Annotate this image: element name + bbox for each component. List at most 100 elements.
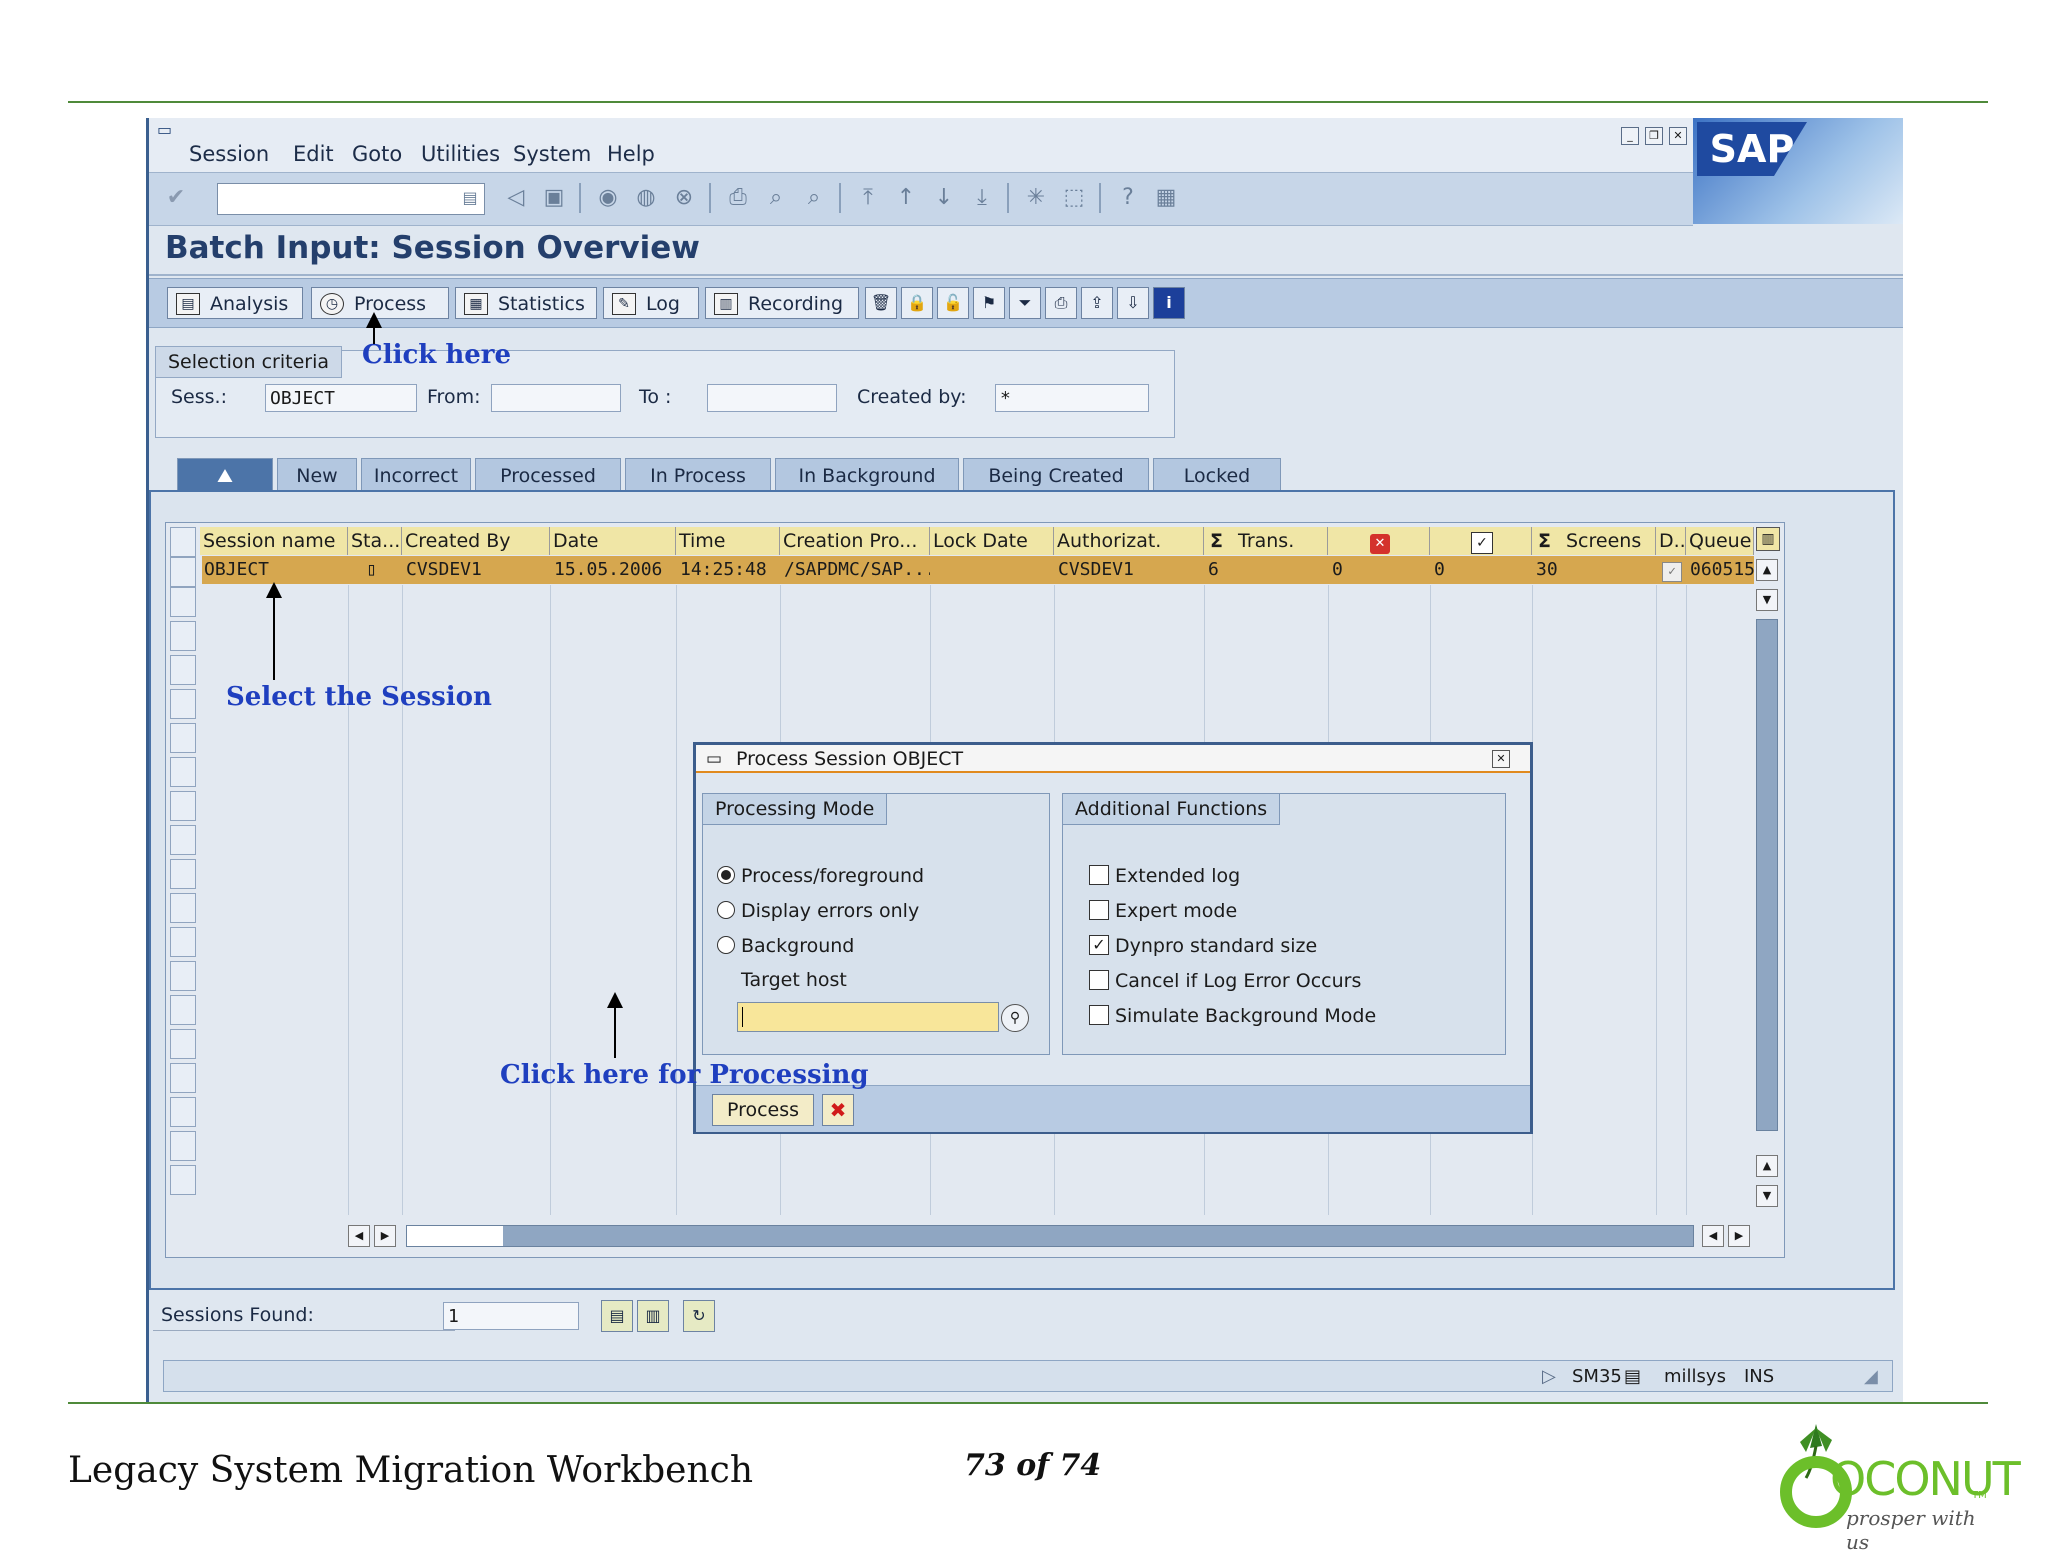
- cell-screens[interactable]: 30: [1532, 556, 1656, 584]
- tab-new[interactable]: New: [277, 458, 357, 492]
- dialog-cancel-icon[interactable]: ✖: [822, 1094, 854, 1126]
- row-selector[interactable]: [170, 961, 196, 991]
- tab-processed[interactable]: Processed: [475, 458, 621, 492]
- to-date-field[interactable]: [707, 384, 837, 412]
- import-icon[interactable]: ⇩: [1117, 287, 1149, 319]
- col-d[interactable]: D..: [1656, 527, 1686, 555]
- save-icon[interactable]: ▣: [541, 185, 567, 211]
- menu-utilities[interactable]: Utilities: [421, 142, 500, 166]
- print-list-icon[interactable]: ⎙: [1045, 287, 1077, 319]
- layout-menu-icon[interactable]: ▦: [1153, 185, 1179, 211]
- tab-in-background[interactable]: In Background: [775, 458, 959, 492]
- radio-background[interactable]: Background: [717, 934, 854, 958]
- row-selector[interactable]: [170, 689, 196, 719]
- cell-time[interactable]: 14:25:48: [676, 556, 780, 584]
- scroll-page-up-icon[interactable]: ▲: [1756, 1155, 1778, 1177]
- row-selector[interactable]: [170, 825, 196, 855]
- col-lock-date[interactable]: Lock Date: [930, 527, 1054, 555]
- tab-locked[interactable]: Locked: [1153, 458, 1281, 492]
- cell-transactions[interactable]: 6: [1204, 556, 1328, 584]
- select-all-cell[interactable]: [170, 527, 196, 557]
- col-created-by[interactable]: Created By: [402, 527, 550, 555]
- col-creation-program[interactable]: Creation Pro...: [780, 527, 930, 555]
- flag-icon[interactable]: ⚑: [973, 287, 1005, 319]
- exit-icon[interactable]: ◍: [633, 185, 659, 211]
- checkbox-dynpro-standard-size[interactable]: ✓ Dynpro standard size: [1089, 934, 1317, 958]
- menu-help[interactable]: Help: [607, 142, 655, 166]
- deselect-all-icon[interactable]: ▥: [637, 1300, 669, 1332]
- tab-incorrect[interactable]: Incorrect: [361, 458, 471, 492]
- col-screens[interactable]: Σ Screens: [1532, 527, 1656, 555]
- h-scroll-thumb[interactable]: [407, 1226, 503, 1246]
- menu-system[interactable]: System: [513, 142, 591, 166]
- dialog-menu-icon[interactable]: ▭: [706, 745, 722, 773]
- row-selector[interactable]: [170, 655, 196, 685]
- row-selector[interactable]: [170, 791, 196, 821]
- command-history-icon[interactable]: ▤: [457, 185, 483, 211]
- col-time[interactable]: Time: [676, 527, 780, 555]
- select-all-icon[interactable]: ▤: [601, 1300, 633, 1332]
- first-page-icon[interactable]: ⤒: [855, 185, 881, 211]
- col-session-name[interactable]: Session name: [200, 527, 348, 555]
- target-host-input[interactable]: [737, 1002, 999, 1032]
- row-selector[interactable]: [170, 757, 196, 787]
- tab-in-process[interactable]: In Process: [625, 458, 771, 492]
- delete-icon[interactable]: 🗑: [865, 287, 897, 319]
- unlock-icon[interactable]: 🔓: [937, 287, 969, 319]
- close-icon[interactable]: ✕: [1669, 127, 1687, 145]
- print-icon[interactable]: ⎙: [725, 185, 751, 211]
- vertical-scrollbar[interactable]: ▲ ▼ ▲ ▼: [1756, 559, 1780, 1215]
- cell-lock-date[interactable]: [930, 556, 1054, 584]
- row-selector[interactable]: [170, 621, 196, 651]
- filter-icon[interactable]: ⏷: [1009, 287, 1041, 319]
- radio-display-errors[interactable]: Display errors only: [717, 899, 919, 923]
- scroll-page-down-icon[interactable]: ▼: [1756, 1185, 1778, 1207]
- cell-session-name[interactable]: OBJECT: [200, 556, 348, 584]
- menu-edit[interactable]: Edit: [293, 142, 334, 166]
- row-selector[interactable]: [170, 557, 196, 587]
- cell-created-by[interactable]: CVSDEV1: [402, 556, 550, 584]
- session-name-field[interactable]: OBJECT: [265, 384, 417, 412]
- scroll-left-icon[interactable]: ◀: [348, 1225, 370, 1247]
- radio-process-foreground[interactable]: Process/foreground: [717, 864, 924, 888]
- cell-errors[interactable]: 0: [1328, 556, 1430, 584]
- next-page-icon[interactable]: ↓: [931, 185, 957, 211]
- row-selector[interactable]: [170, 1029, 196, 1059]
- command-field[interactable]: [217, 183, 485, 215]
- status-list-icon[interactable]: ▤: [1624, 1365, 1641, 1389]
- row-selector[interactable]: [170, 1097, 196, 1127]
- last-page-icon[interactable]: ⤓: [969, 185, 995, 211]
- col-transactions[interactable]: Σ Trans.: [1204, 527, 1328, 555]
- row-selector[interactable]: [170, 859, 196, 889]
- find-icon[interactable]: ⌕: [763, 185, 789, 211]
- col-errors[interactable]: ✕: [1328, 527, 1430, 555]
- row-selector[interactable]: [170, 1165, 196, 1195]
- col-processed[interactable]: ✓: [1430, 527, 1532, 555]
- back-icon[interactable]: ◉: [595, 185, 621, 211]
- minimize-icon[interactable]: _: [1621, 127, 1639, 145]
- shortcut-icon[interactable]: ⬚: [1061, 185, 1087, 211]
- row-selector[interactable]: [170, 995, 196, 1025]
- col-queue[interactable]: Queue: [1686, 527, 1754, 555]
- scroll-right-end-icon[interactable]: ▶: [1728, 1225, 1750, 1247]
- resize-grip-icon[interactable]: ◢: [1864, 1365, 1878, 1389]
- checkbox-extended-log[interactable]: Extended log: [1089, 864, 1240, 888]
- horizontal-scrollbar[interactable]: [406, 1225, 1694, 1247]
- cell-d-checkbox[interactable]: ✓: [1658, 556, 1686, 584]
- menu-goto[interactable]: Goto: [352, 142, 402, 166]
- col-authorization[interactable]: Authorizat.: [1054, 527, 1204, 555]
- new-session-icon[interactable]: ✳: [1023, 185, 1049, 211]
- restore-icon[interactable]: ❐: [1645, 127, 1663, 145]
- menu-session[interactable]: Session: [189, 142, 269, 166]
- lock-icon[interactable]: 🔒: [901, 287, 933, 319]
- window-menu-icon[interactable]: ▭: [157, 120, 172, 139]
- tab-being-created[interactable]: Being Created: [963, 458, 1149, 492]
- help-icon[interactable]: ?: [1115, 185, 1141, 211]
- dialog-process-button[interactable]: Process: [712, 1094, 814, 1126]
- info-icon[interactable]: i: [1153, 287, 1185, 319]
- col-date[interactable]: Date: [550, 527, 676, 555]
- scroll-down-icon[interactable]: ▼: [1756, 589, 1778, 611]
- analysis-button[interactable]: ▤ Analysis: [167, 287, 303, 319]
- statistics-button[interactable]: ▦ Statistics: [455, 287, 597, 319]
- back-triangle-icon[interactable]: ◁: [503, 185, 529, 211]
